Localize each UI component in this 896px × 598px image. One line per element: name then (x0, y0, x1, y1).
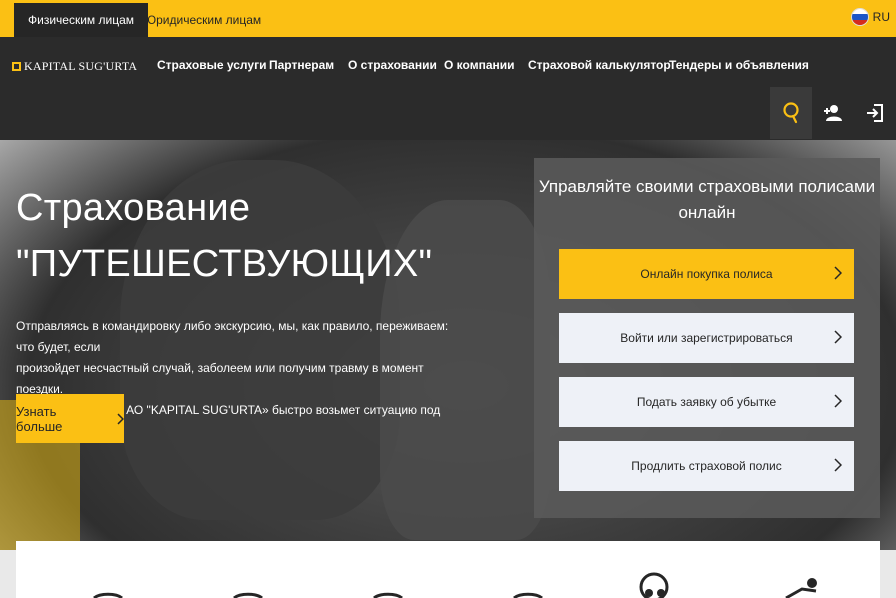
login-button[interactable] (854, 87, 896, 139)
hero-title: Страхование "ПУТЕШЕСТВУЮЩИХ" (16, 180, 432, 292)
top-bar: Физическим лицам Юридическим лицам RU (0, 0, 896, 37)
add-user-icon (824, 105, 842, 121)
buy-policy-online-button[interactable]: Онлайн покупка полиса (559, 249, 854, 299)
hero-title-line2: "ПУТЕШЕСТВУЮЩИХ" (16, 243, 433, 285)
chevron-right-icon (834, 394, 842, 408)
car-icon (233, 592, 263, 598)
chevron-right-icon (834, 458, 842, 472)
register-button[interactable] (812, 87, 854, 139)
chevron-right-icon (834, 330, 842, 344)
menu-partners[interactable]: Партнерам (269, 58, 334, 72)
hero-banner: Страхование "ПУТЕШЕСТВУЮЩИХ" Отправляясь… (0, 140, 896, 550)
tab-legal-entities[interactable]: Юридическим лицам (130, 3, 275, 37)
tab-individuals[interactable]: Физическим лицам (14, 3, 148, 37)
search-icon (783, 102, 799, 124)
car-icon (513, 592, 543, 598)
renew-policy-button[interactable]: Продлить страховой полис (559, 441, 854, 491)
chevron-right-icon (834, 266, 842, 280)
renew-policy-label: Продлить страховой полис (631, 459, 782, 473)
learn-more-button[interactable]: Узнать больше (16, 394, 124, 443)
panel-title: Управляйте своими страховыми полисами он… (534, 174, 880, 226)
hero-text-line1: Отправляясь в командировку либо экскурси… (16, 319, 449, 354)
product-icons-row (93, 572, 817, 598)
car-icon (373, 592, 403, 598)
menu-insurance-services[interactable]: Страховые услуги (157, 58, 266, 72)
menu-about-company[interactable]: О компании (444, 58, 515, 72)
language-switcher[interactable]: RU (850, 8, 890, 26)
login-icon (867, 104, 883, 122)
panel-title-line2: онлайн (678, 203, 736, 222)
nav-icon-group (770, 87, 896, 139)
family-icon (639, 572, 669, 598)
logo-text: KAPITAL SUG'URTA (24, 59, 138, 73)
chevron-right-icon (117, 413, 124, 424)
learn-more-label: Узнать больше (16, 403, 63, 434)
logo-icon (12, 62, 21, 71)
logo[interactable]: KAPITAL SUG'URTA (12, 59, 137, 74)
language-label: RU (872, 10, 890, 24)
person-icon (785, 578, 817, 598)
search-button[interactable] (770, 87, 812, 139)
hero-title-line1: Страхование (16, 187, 251, 229)
submit-claim-button[interactable]: Подать заявку об убытке (559, 377, 854, 427)
menu-tenders[interactable]: Тендеры и объявления (669, 58, 809, 72)
login-register-label: Войти или зарегистрироваться (620, 331, 793, 345)
menu-insurance-calculator[interactable]: Страховой калькулятор (528, 58, 671, 72)
buy-policy-online-label: Онлайн покупка полиса (640, 267, 773, 281)
main-navigation: KAPITAL SUG'URTA Страховые услуги Партне… (0, 37, 896, 140)
submit-claim-label: Подать заявку об убытке (636, 395, 777, 409)
panel-title-line1: Управляйте своими страховыми полисами (538, 177, 876, 196)
car-icon (93, 592, 123, 598)
russia-flag-icon (850, 8, 869, 26)
login-register-button[interactable]: Войти или зарегистрироваться (559, 313, 854, 363)
products-section (16, 541, 880, 598)
menu-about-insurance[interactable]: О страховании (348, 58, 437, 72)
policy-management-panel: Управляйте своими страховыми полисами он… (534, 158, 880, 518)
